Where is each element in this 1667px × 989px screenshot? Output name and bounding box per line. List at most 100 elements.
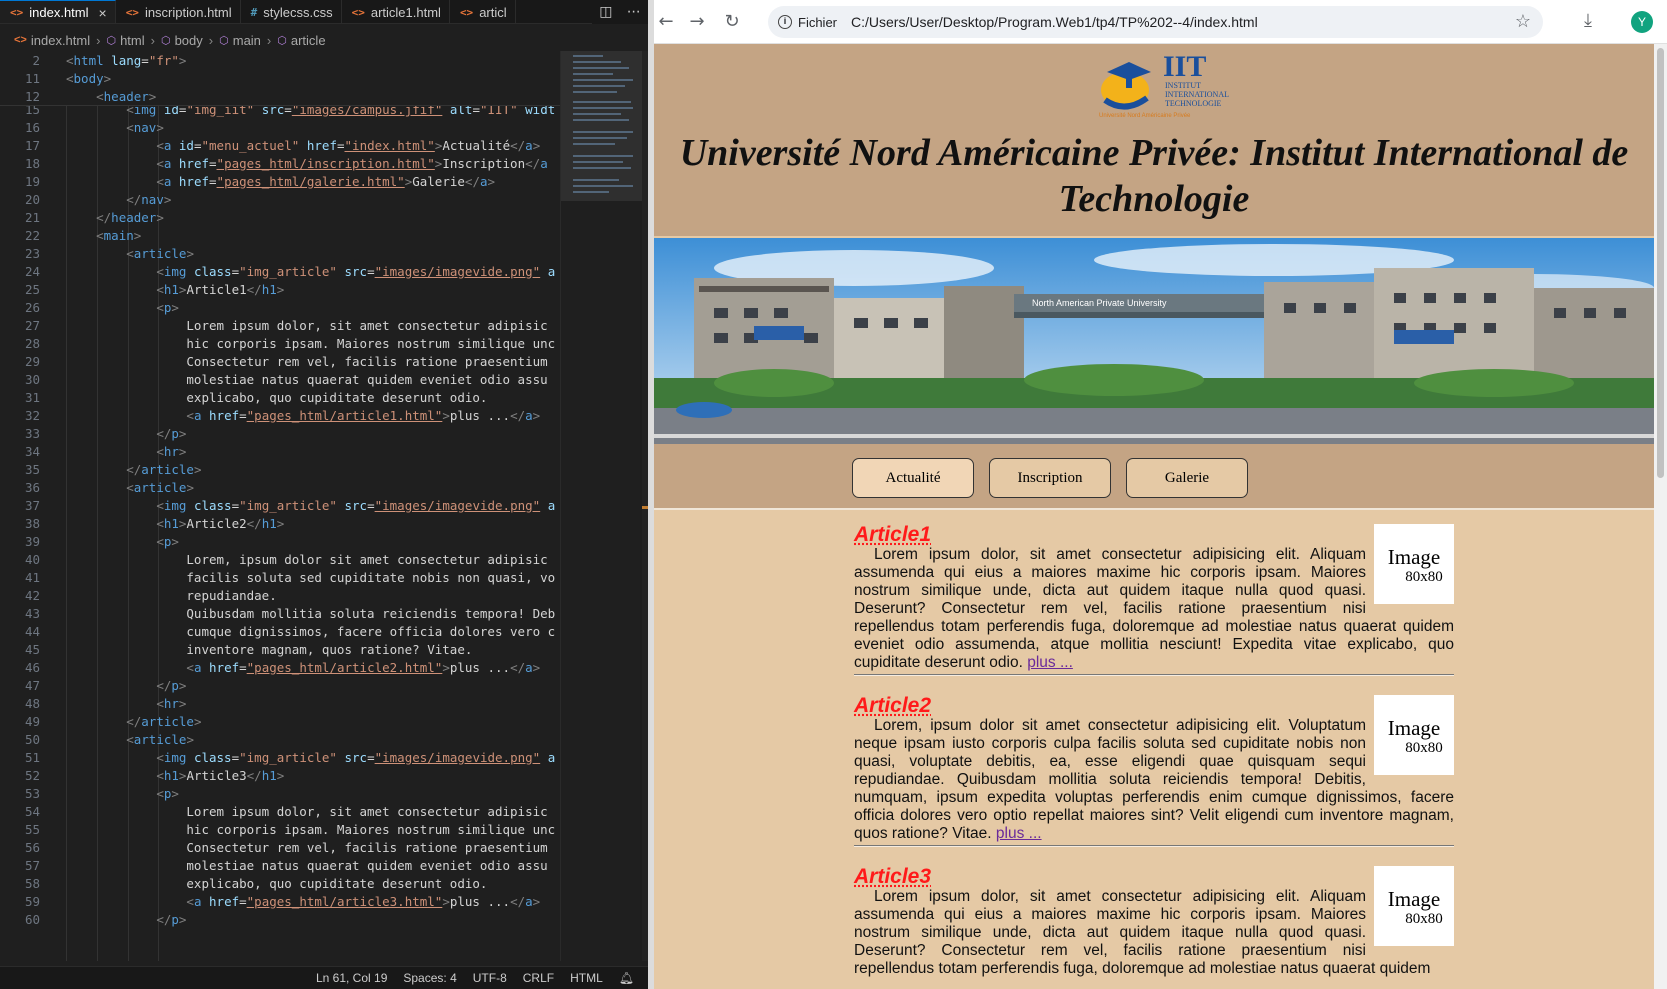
code-line: 33 </p> bbox=[24, 426, 187, 441]
bookmark-star-icon[interactable]: ☆ bbox=[1515, 11, 1531, 32]
placeholder-size: 80x80 bbox=[1405, 569, 1443, 585]
article-title: Article1 bbox=[854, 523, 932, 546]
tab-label: stylecss.css bbox=[263, 4, 333, 20]
nav-link-galerie[interactable]: Galerie bbox=[1126, 458, 1248, 498]
element-icon: ⬡ bbox=[160, 34, 171, 47]
code-line: 34 <hr> bbox=[24, 444, 187, 459]
html-file-icon: <> bbox=[10, 6, 24, 19]
code-line: 40 Lorem, ipsum dolor sit amet consectet… bbox=[24, 552, 548, 567]
breadcrumb-item[interactable]: body bbox=[175, 33, 203, 48]
html-file-icon: <> bbox=[125, 5, 139, 19]
code-line: 51 <img class="img_article" src="images/… bbox=[24, 750, 556, 765]
page-scrollbar[interactable] bbox=[1654, 44, 1667, 989]
code-line: 27 Lorem ipsum dolor, sit amet consectet… bbox=[24, 318, 548, 333]
code-line: 26 <p> bbox=[24, 300, 179, 315]
css-file-icon: # bbox=[250, 5, 258, 19]
divider bbox=[854, 674, 1454, 676]
code-line: 48 <hr> bbox=[24, 696, 187, 711]
placeholder-label: Image bbox=[1387, 716, 1441, 740]
code-line: 42 repudiandae. bbox=[24, 588, 277, 603]
nav-link-actualite[interactable]: Actualité bbox=[852, 458, 974, 498]
eol-setting[interactable]: CRLF bbox=[523, 971, 554, 985]
encoding-setting[interactable]: UTF-8 bbox=[473, 971, 507, 985]
article-title: Article2 bbox=[854, 694, 932, 717]
address-bar[interactable]: i Fichier C:/Users/User/Desktop/Program.… bbox=[768, 6, 1543, 38]
code-line: 28 hic corporis ipsam. Maiores nostrum s… bbox=[24, 336, 556, 351]
url-text[interactable]: C:/Users/User/Desktop/Program.Web1/tp4/T… bbox=[851, 14, 1258, 30]
code-line: 49 </article> bbox=[24, 714, 202, 729]
tab-article1-html[interactable]: <> article1.html bbox=[342, 0, 450, 23]
code-line: 25 <h1>Article1</h1> bbox=[24, 282, 285, 297]
read-more-link[interactable]: plus ... bbox=[1027, 654, 1073, 671]
code-line: 59 <a href="pages_html/article3.html">pl… bbox=[24, 894, 541, 909]
more-actions-icon[interactable]: ⋯ bbox=[627, 4, 641, 20]
scheme-chip[interactable]: Fichier bbox=[798, 15, 837, 30]
forward-arrow-icon[interactable]: → bbox=[685, 10, 709, 34]
profile-avatar[interactable]: Y bbox=[1631, 11, 1653, 33]
code-line: 11 <body> bbox=[0, 69, 560, 88]
code-editor[interactable]: 2 <html lang="fr"> 11 <body> 12 <header> 1… bbox=[0, 51, 560, 961]
tab-inscription-html[interactable]: <> inscription.html bbox=[116, 0, 241, 23]
language-mode[interactable]: HTML bbox=[570, 971, 603, 985]
chevron-right-icon: › bbox=[208, 32, 214, 48]
article-body: Lorem, ipsum dolor sit amet consectetur … bbox=[854, 717, 1454, 843]
breadcrumb-item[interactable]: article bbox=[291, 33, 326, 48]
code-line: 43 Quibusdam mollitia soluta reiciendis … bbox=[24, 606, 556, 621]
download-icon[interactable]: ⤓ bbox=[1584, 10, 1592, 31]
chevron-right-icon: › bbox=[150, 32, 155, 48]
code-line: 35 </article> bbox=[24, 462, 202, 477]
back-arrow-icon[interactable]: ← bbox=[654, 10, 678, 34]
nav-link-inscription[interactable]: Inscription bbox=[989, 458, 1111, 498]
tab-label: article1.html bbox=[370, 4, 441, 20]
cursor-position[interactable]: Ln 61, Col 19 bbox=[316, 971, 387, 985]
code-line: 2 <html lang="fr"> bbox=[0, 51, 560, 70]
element-icon: ⬡ bbox=[277, 34, 287, 47]
code-line: 17 <a id="menu_actuel" href="index.html"… bbox=[24, 138, 541, 153]
article-image-placeholder: Image 80x80 bbox=[1374, 524, 1454, 604]
breadcrumb-item[interactable]: index.html bbox=[31, 33, 90, 48]
code-line: 58 explicabo, quo cupiditate deserunt od… bbox=[24, 876, 488, 891]
reload-icon[interactable]: ↻ bbox=[720, 10, 744, 34]
tab-stylecss-css[interactable]: # stylecss.css bbox=[241, 0, 342, 23]
code-line: 24 <img class="img_article" src="images/… bbox=[24, 264, 556, 279]
article-body: Lorem ipsum dolor, sit amet consectetur … bbox=[854, 546, 1454, 672]
breadcrumb-item[interactable]: html bbox=[120, 33, 145, 48]
split-editor-icon[interactable]: ◫ bbox=[599, 4, 612, 20]
code-line: 54 Lorem ipsum dolor, sit amet consectet… bbox=[24, 804, 548, 819]
breadcrumb-item[interactable]: main bbox=[233, 33, 261, 48]
code-line: 37 <img class="img_article" src="images/… bbox=[24, 498, 556, 513]
code-line: 55 hic corporis ipsam. Maiores nostrum s… bbox=[24, 822, 556, 837]
logo-line: INSTITUT bbox=[1165, 81, 1201, 90]
chevron-right-icon: › bbox=[96, 32, 101, 48]
divider bbox=[854, 845, 1454, 847]
code-line: 53 <p> bbox=[24, 786, 179, 801]
article-text: Lorem ipsum dolor, sit amet consectetur … bbox=[854, 888, 1431, 977]
article-text: Lorem ipsum dolor, sit amet consectetur … bbox=[854, 546, 1454, 671]
code-line: 30 molestiae natus quaerat quidem evenie… bbox=[24, 372, 548, 387]
code-line: 19 <a href="pages_html/galerie.html">Gal… bbox=[24, 174, 496, 189]
code-line: 22 <main> bbox=[24, 228, 142, 243]
read-more-link[interactable]: plus ... bbox=[996, 825, 1042, 842]
tab-index-html[interactable]: <> index.html × bbox=[0, 0, 116, 23]
close-tab-icon[interactable]: × bbox=[99, 5, 107, 21]
page-title: Université Nord Américaine Privée: Insti… bbox=[654, 130, 1654, 222]
browser-toolbar: ← → ↻ i Fichier C:/Users/User/Desktop/Pr… bbox=[654, 0, 1667, 44]
minimap[interactable] bbox=[560, 51, 643, 961]
tab-label: inscription.html bbox=[144, 4, 232, 20]
article-card: Image 80x80 Article3 Lorem ipsum dolor, … bbox=[854, 866, 1454, 978]
code-line: 57 molestiae natus quaerat quidem evenie… bbox=[24, 858, 548, 873]
html-file-icon: <> bbox=[14, 34, 27, 46]
placeholder-size: 80x80 bbox=[1405, 740, 1443, 756]
editor-actions: ◫ ⋯ bbox=[592, 0, 648, 24]
page-title-line: Technologie bbox=[1058, 178, 1250, 220]
code-line: 23 <article> bbox=[24, 246, 194, 261]
site-info-icon[interactable]: i bbox=[778, 15, 792, 29]
tab-article-truncated[interactable]: <> articl bbox=[450, 0, 516, 23]
site-header: IIT INSTITUT INTERNATIONAL TECHNOLOGIE U… bbox=[654, 44, 1654, 236]
editor-tab-bar: <> index.html × <> inscription.html # st… bbox=[0, 0, 648, 24]
indentation-setting[interactable]: Spaces: 4 bbox=[403, 971, 456, 985]
code-line: 20 </nav> bbox=[24, 192, 172, 207]
bell-icon[interactable]: 🔔︎ bbox=[619, 971, 634, 985]
code-line: 46 <a href="pages_html/article2.html">pl… bbox=[24, 660, 541, 675]
logo-acronym: IIT bbox=[1163, 50, 1206, 83]
